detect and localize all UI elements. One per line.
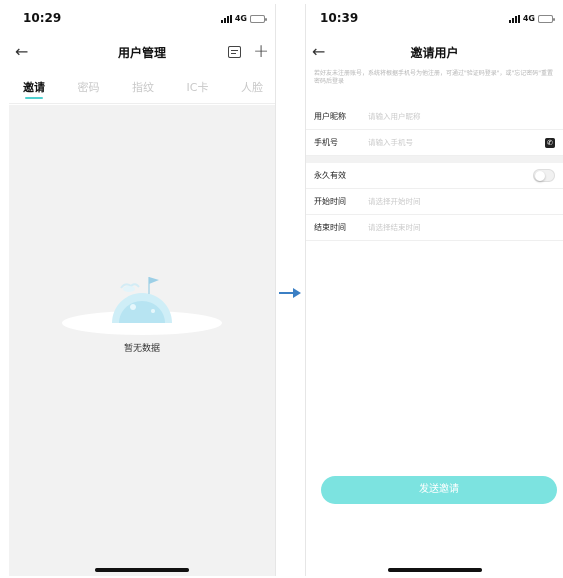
phone-book-icon[interactable]: ✆ (545, 138, 555, 148)
user-management-screen: 10:29 4G ← 用户管理 + 邀请 密码 指纹 IC卡 人脸 暂无数据 (9, 4, 276, 576)
transition-arrow-icon (279, 288, 301, 298)
nickname-label: 用户昵称 (314, 112, 346, 121)
status-indicators: 4G (508, 14, 555, 23)
invite-user-screen: 10:39 4G ← 邀请用户 若好友未注册账号，系统将根据手机号为他注册，可通… (305, 4, 563, 576)
tab-ic-card[interactable]: IC卡 (187, 76, 209, 103)
start-time-label: 开始时间 (314, 197, 346, 206)
page-title: 邀请用户 (410, 46, 459, 60)
tab-face[interactable]: 人脸 (241, 76, 263, 103)
battery-icon (250, 14, 267, 23)
nav-bar: ← 用户管理 + (9, 38, 275, 68)
home-indicator (95, 568, 189, 572)
toggle-knob (535, 171, 545, 181)
permanent-label: 永久有效 (314, 171, 346, 180)
end-time-picker[interactable]: 请选择结束时间 (368, 222, 421, 233)
signal-icon (508, 14, 520, 23)
nav-bar: ← 邀请用户 (306, 38, 563, 68)
tab-invite[interactable]: 邀请 (23, 76, 45, 103)
end-time-label: 结束时间 (314, 223, 346, 232)
empty-state: 暂无数据 (9, 245, 275, 354)
invite-form: 用户昵称 请输入用户昵称 手机号 请输入手机号 ✆ 永久有效 开始时间 请选择开… (306, 104, 563, 241)
empty-moon-flag-icon (62, 277, 222, 335)
tab-fingerprint[interactable]: 指纹 (132, 76, 154, 103)
send-invite-button[interactable]: 发送邀请 (321, 476, 557, 504)
permanent-toggle[interactable] (533, 169, 555, 182)
empty-text: 暂无数据 (123, 344, 160, 354)
plus-icon[interactable]: + (253, 41, 269, 61)
list-area: 暂无数据 (9, 105, 275, 576)
phone-input[interactable]: 请输入手机号 (368, 137, 413, 148)
battery-icon (538, 14, 555, 23)
status-time: 10:29 (23, 11, 62, 25)
tab-password[interactable]: 密码 (78, 76, 100, 103)
start-time-row[interactable]: 开始时间 请选择开始时间 (306, 189, 563, 215)
register-hint: 若好友未注册账号，系统将根据手机号为他注册，可通过"验证码登录"，或"忘记密码"… (314, 70, 554, 85)
phone-label: 手机号 (314, 138, 338, 147)
status-indicators: 4G (220, 14, 267, 23)
home-indicator (387, 568, 482, 572)
tab-bar: 邀请 密码 指纹 IC卡 人脸 (9, 76, 275, 104)
status-bar: 10:39 4G (306, 4, 563, 36)
phone-row[interactable]: 手机号 请输入手机号 ✆ (306, 130, 563, 156)
permanent-row: 永久有效 (306, 163, 563, 189)
section-gap (306, 156, 563, 163)
status-bar: 10:29 4G (9, 4, 275, 36)
end-time-row[interactable]: 结束时间 请选择结束时间 (306, 215, 563, 241)
nickname-row[interactable]: 用户昵称 请输入用户昵称 (306, 104, 563, 130)
form-background (306, 249, 563, 576)
status-time: 10:39 (320, 11, 359, 25)
network-label: 4G (234, 14, 247, 23)
id-card-icon[interactable] (228, 46, 241, 58)
nickname-input[interactable]: 请输入用户昵称 (368, 111, 421, 122)
network-label: 4G (522, 14, 535, 23)
signal-icon (220, 14, 232, 23)
start-time-picker[interactable]: 请选择开始时间 (368, 196, 421, 207)
